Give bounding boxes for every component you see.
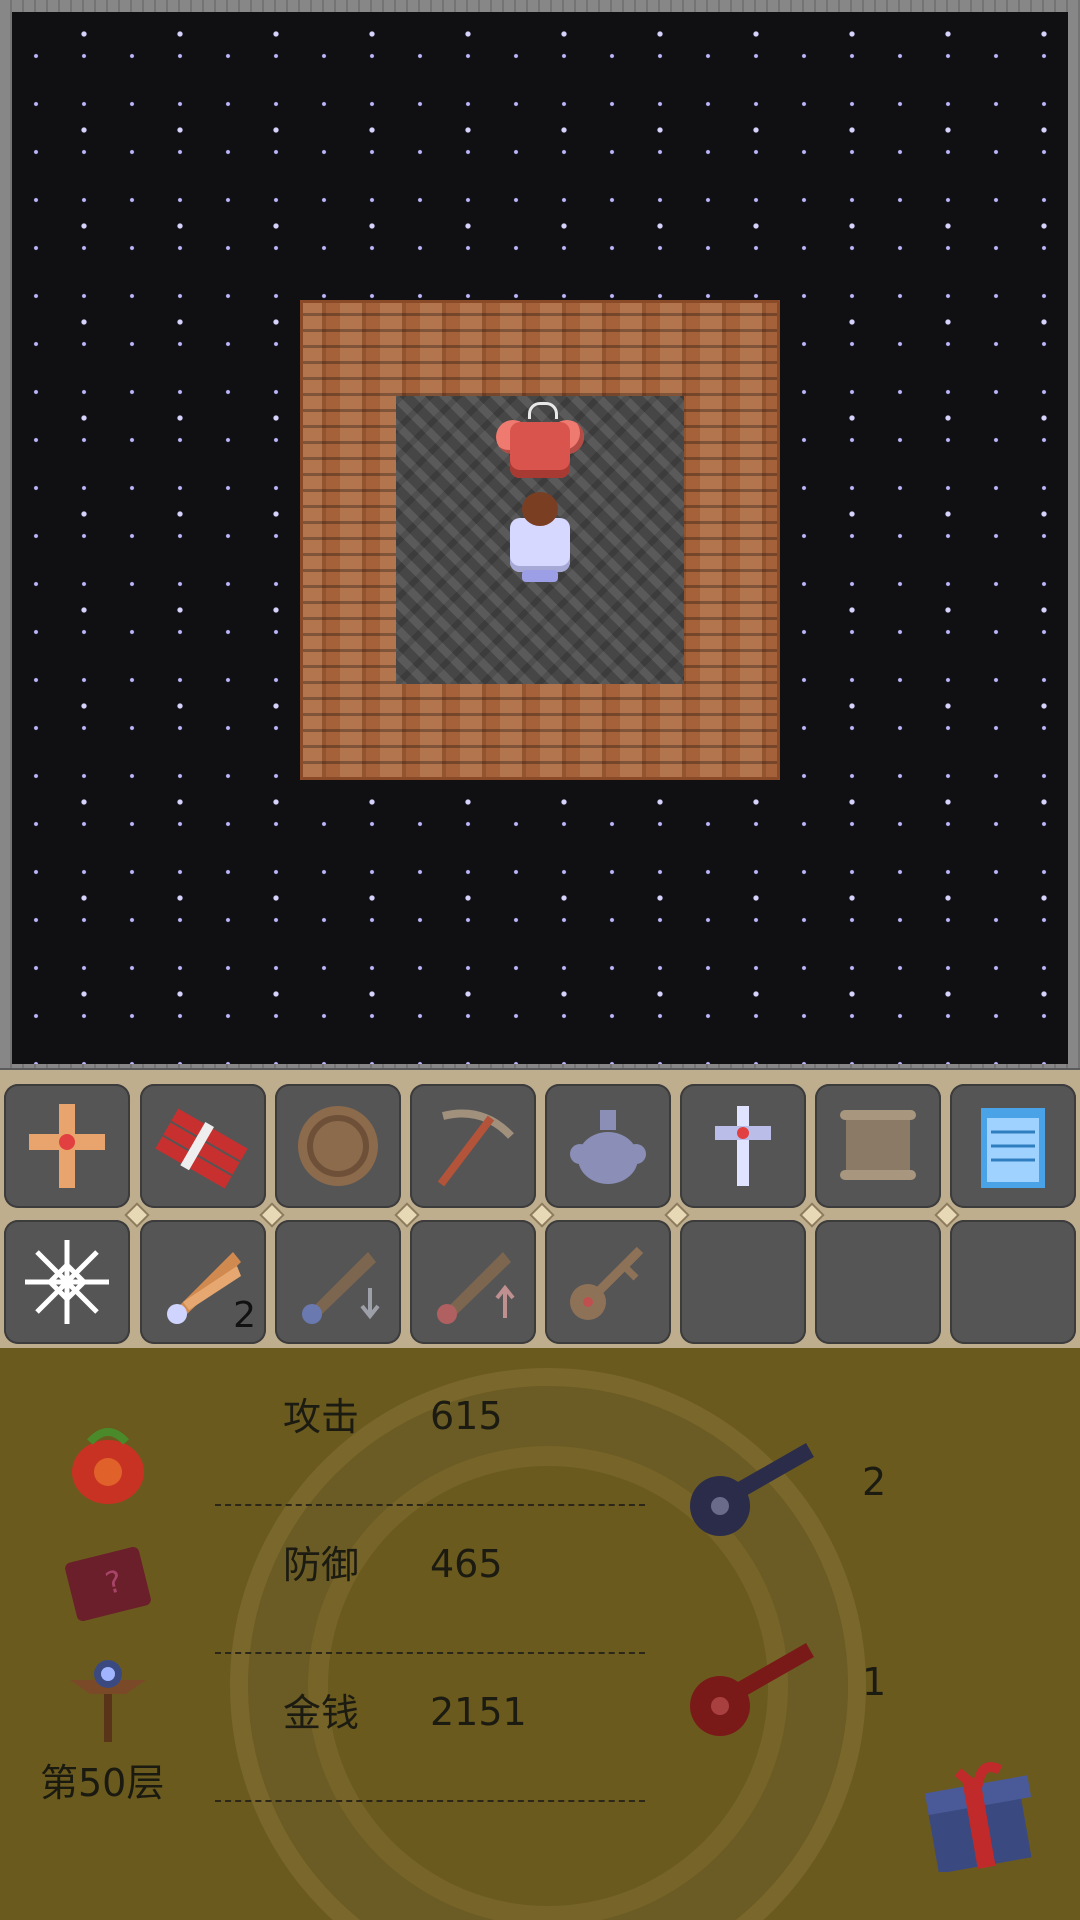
hero-sprite [492,492,588,588]
wing-up-icon [437,1252,515,1324]
stat-gold-value: 2151 [430,1690,527,1734]
stat-attack-value: 615 [430,1394,503,1438]
monster-book-icon[interactable]: ? [60,1534,156,1630]
blue-key-icon [690,1443,814,1536]
stat-defense-value: 465 [430,1542,503,1586]
coin-icon [298,1106,378,1186]
map-frame [0,0,1080,1070]
red-key-row: 1 [680,1630,886,1750]
stat-attack: 攻击 615 [215,1358,645,1506]
wing-down-icon [302,1252,380,1324]
magic-key-icon [570,1246,644,1320]
item-slot-holy-water[interactable] [545,1084,671,1208]
gift-box-icon[interactable] [918,1750,1040,1874]
stat-gold-label: 金钱 [283,1691,360,1735]
floor-label: 第50层 [40,1761,165,1805]
blue-key-count: 2 [862,1460,887,1504]
item-bag-icon[interactable] [60,1414,156,1510]
item-slot-coin[interactable] [275,1084,401,1208]
holy-water-icon [570,1110,646,1184]
item-slot-dynamite[interactable] [140,1084,266,1208]
sword-emblem-icon [715,1106,771,1186]
item-slot-magic-key[interactable] [545,1220,671,1344]
stat-gold: 金钱 2151 [215,1654,645,1802]
scroll-icon [840,1110,916,1180]
dynamite-icon [155,1108,248,1189]
item-slot-cross[interactable] [4,1084,130,1208]
cross-icon [29,1104,105,1188]
room-wall [300,300,780,780]
item-toolbar: 2 [0,1070,1080,1348]
stat-attack-label: 攻击 [283,1395,360,1439]
item-slot-notepad[interactable] [950,1084,1076,1208]
item-slot-wing-down[interactable] [275,1220,401,1344]
game-map[interactable] [12,12,1068,1064]
item-slot-empty-2[interactable] [815,1220,941,1344]
room-floor[interactable] [396,396,684,684]
stat-divider [215,1800,645,1802]
red-key-icon [690,1643,814,1736]
wing-count: 2 [233,1295,256,1336]
boss-knight-sprite[interactable] [492,402,588,488]
item-slot-empty-3[interactable] [950,1220,1076,1344]
pickaxe-icon [437,1109,514,1187]
blue-key-row: 2 [680,1430,886,1550]
item-slot-wing[interactable]: 2 [140,1220,266,1344]
item-slot-snowflake[interactable] [4,1220,130,1344]
item-slot-scroll[interactable] [815,1084,941,1208]
item-slot-wing-up[interactable] [410,1220,536,1344]
red-key-count: 1 [862,1660,887,1704]
stat-defense-label: 防御 [283,1543,360,1587]
notepad-icon [981,1108,1045,1188]
item-slot-empty-1[interactable] [680,1220,806,1344]
snowflake-icon [25,1240,109,1324]
fly-staff-icon[interactable] [60,1650,156,1746]
item-slot-pickaxe[interactable] [410,1084,536,1208]
stat-defense: 防御 465 [215,1506,645,1654]
item-slot-sword[interactable] [680,1084,806,1208]
